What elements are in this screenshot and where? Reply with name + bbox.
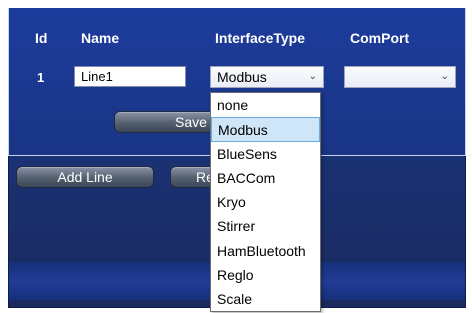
interface-type-select[interactable]: Modbus ⌄ [210,66,324,88]
interface-type-dropdown-list: none Modbus BlueSens BACCom Kryo Stirrer… [210,92,321,312]
dropdown-option[interactable]: Stirrer [211,214,320,238]
comport-select[interactable]: ⌄ [344,66,456,88]
interface-type-value: Modbus [217,69,267,85]
dropdown-option[interactable]: Reglo [211,263,320,287]
dropdown-option[interactable]: Scale [211,287,320,311]
dropdown-option-selected[interactable]: Modbus [211,117,320,142]
dropdown-option[interactable]: HamBluetooth [211,239,320,263]
dropdown-option[interactable]: Kryo [211,190,320,214]
dropdown-option[interactable]: BACCom [211,166,320,190]
header-interface-type: InterfaceType [215,30,305,46]
add-line-button[interactable]: Add Line [16,166,154,188]
name-input[interactable] [74,66,186,87]
dropdown-option[interactable]: none [211,93,320,117]
dropdown-option[interactable]: BlueSens [211,142,320,166]
header-name: Name [81,30,120,46]
row-id: 1 [37,70,45,85]
chevron-down-icon: ⌄ [308,71,317,82]
header-id: Id [35,30,48,46]
header-comport: ComPort [350,30,410,46]
chevron-down-icon: ⌄ [440,71,449,82]
